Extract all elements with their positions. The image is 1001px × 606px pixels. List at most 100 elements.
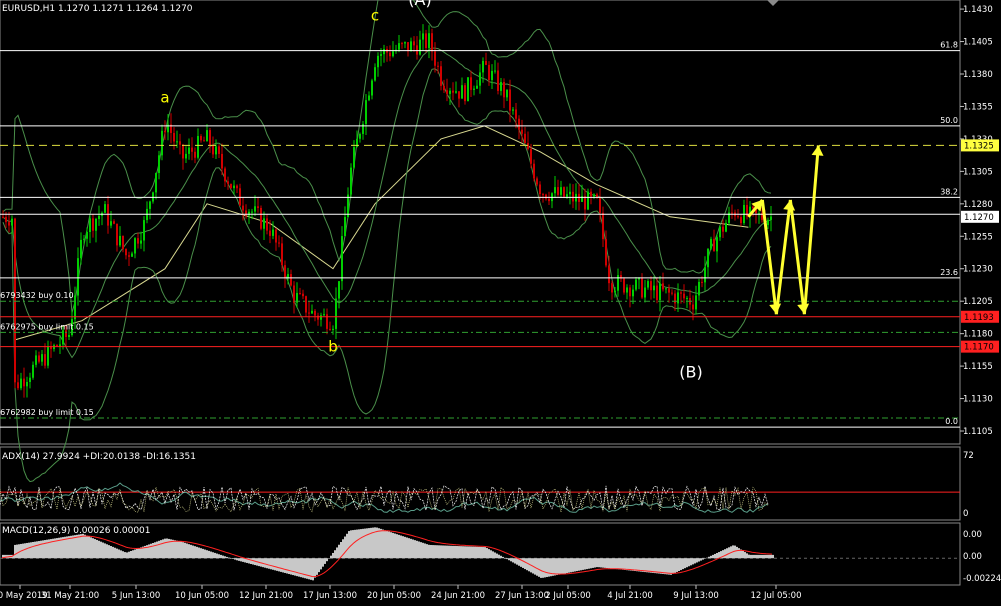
macd-bar bbox=[694, 558, 696, 564]
macd-bar bbox=[636, 558, 638, 572]
candle-body bbox=[584, 196, 586, 210]
macd-bar bbox=[298, 558, 300, 577]
macd-bar bbox=[236, 558, 238, 561]
candle-body bbox=[320, 315, 322, 320]
candle-body bbox=[365, 100, 367, 124]
candle-body bbox=[485, 60, 487, 65]
macd-bar bbox=[680, 558, 682, 571]
candle-body bbox=[719, 226, 721, 238]
candle-body bbox=[323, 314, 325, 316]
candle-body bbox=[692, 304, 694, 310]
fib-label: 61.8 bbox=[940, 41, 958, 50]
candle-body bbox=[257, 206, 259, 208]
candle-body bbox=[371, 80, 373, 96]
candle-body bbox=[41, 354, 43, 362]
price-tick-label: 1.1155 bbox=[963, 362, 993, 372]
candle-body bbox=[464, 85, 466, 102]
macd-bar bbox=[592, 558, 594, 568]
candle-body bbox=[452, 90, 454, 93]
macd-bar bbox=[334, 550, 336, 559]
macd-bar bbox=[462, 546, 464, 559]
macd-bar bbox=[696, 558, 698, 563]
macd-bar bbox=[368, 528, 370, 559]
macd-bar bbox=[470, 546, 472, 559]
time-tick-label: 27 Jun 13:00 bbox=[495, 591, 549, 601]
candle-body bbox=[332, 328, 334, 330]
candle-body bbox=[263, 218, 265, 229]
candle-body bbox=[608, 265, 610, 284]
candle-body bbox=[701, 281, 703, 283]
trading-chart-window[interactable]: a b c (A) (B) 61.8 50.0 38.2 23.6 0.0 406793432 … bbox=[0, 0, 1001, 606]
macd-bar bbox=[690, 558, 692, 566]
candle-body bbox=[473, 88, 475, 90]
macd-bar bbox=[616, 558, 618, 570]
candle-body bbox=[704, 267, 706, 283]
candle-body bbox=[770, 216, 772, 220]
candle-body bbox=[221, 153, 223, 169]
candle-body bbox=[293, 285, 295, 303]
macd-bar bbox=[764, 554, 766, 559]
macd-bar bbox=[160, 540, 162, 559]
candle-body bbox=[527, 143, 529, 150]
macd-bar bbox=[546, 558, 548, 578]
candle-body bbox=[260, 207, 262, 229]
macd-bar bbox=[682, 558, 684, 570]
chart-canvas[interactable]: a b c (A) (B) 61.8 50.0 38.2 23.6 0.0 406793432 … bbox=[0, 0, 1001, 606]
macd-bar bbox=[644, 558, 646, 573]
candle-body bbox=[566, 194, 568, 197]
candle-body bbox=[404, 42, 406, 44]
candle-body bbox=[476, 85, 478, 89]
macd-bar bbox=[480, 546, 482, 559]
adx-axis-bottom: 0 bbox=[963, 509, 968, 519]
macd-bar bbox=[204, 549, 206, 559]
macd-bar bbox=[602, 558, 604, 568]
macd-bar bbox=[590, 558, 592, 569]
candle-body bbox=[554, 187, 556, 194]
macd-bar bbox=[158, 540, 160, 559]
price-badge-label: 1.1193 bbox=[964, 313, 994, 323]
macd-bar bbox=[674, 558, 676, 573]
price-tick-label: 1.1355 bbox=[963, 102, 993, 112]
macd-bar bbox=[714, 553, 716, 559]
wave-label: (B) bbox=[679, 363, 702, 382]
macd-bar bbox=[622, 558, 624, 570]
bollinger-middle bbox=[2, 47, 772, 359]
macd-bar bbox=[444, 545, 446, 559]
candle-body bbox=[629, 287, 631, 297]
macd-bar bbox=[238, 558, 240, 561]
candle-body bbox=[164, 130, 166, 133]
wave-label: (A) bbox=[408, 0, 431, 9]
macd-bar bbox=[274, 558, 276, 571]
candle-body bbox=[62, 330, 64, 345]
candle-body bbox=[722, 226, 724, 232]
macd-bar bbox=[500, 555, 502, 559]
macd-bar bbox=[634, 558, 636, 572]
candle-body bbox=[683, 293, 685, 299]
macd-bar bbox=[630, 558, 632, 571]
macd-bar bbox=[594, 558, 596, 568]
fib-label: 23.6 bbox=[940, 268, 958, 277]
candle-body bbox=[137, 238, 139, 244]
macd-bar bbox=[394, 533, 396, 559]
macd-bar bbox=[524, 558, 526, 570]
macd-bar bbox=[276, 558, 278, 571]
candle-body bbox=[335, 298, 337, 329]
candle-body bbox=[458, 91, 460, 99]
macd-bar bbox=[242, 558, 244, 562]
macd-bar bbox=[414, 540, 416, 559]
price-tick-label: 1.1130 bbox=[963, 395, 993, 405]
candle-body bbox=[194, 151, 196, 158]
macd-bar bbox=[180, 541, 182, 559]
macd-bar bbox=[692, 558, 694, 565]
candle-body bbox=[509, 89, 511, 111]
macd-bar bbox=[116, 548, 118, 559]
candle-body bbox=[482, 60, 484, 73]
candle-body bbox=[314, 310, 316, 316]
macd-bar bbox=[190, 544, 192, 559]
price-tick-label: 1.1255 bbox=[963, 232, 993, 242]
macd-bar bbox=[198, 547, 200, 559]
macd-bar bbox=[466, 546, 468, 559]
chart-shift-marker[interactable] bbox=[767, 0, 779, 6]
macd-bar bbox=[108, 545, 110, 559]
macd-bar bbox=[712, 554, 714, 559]
